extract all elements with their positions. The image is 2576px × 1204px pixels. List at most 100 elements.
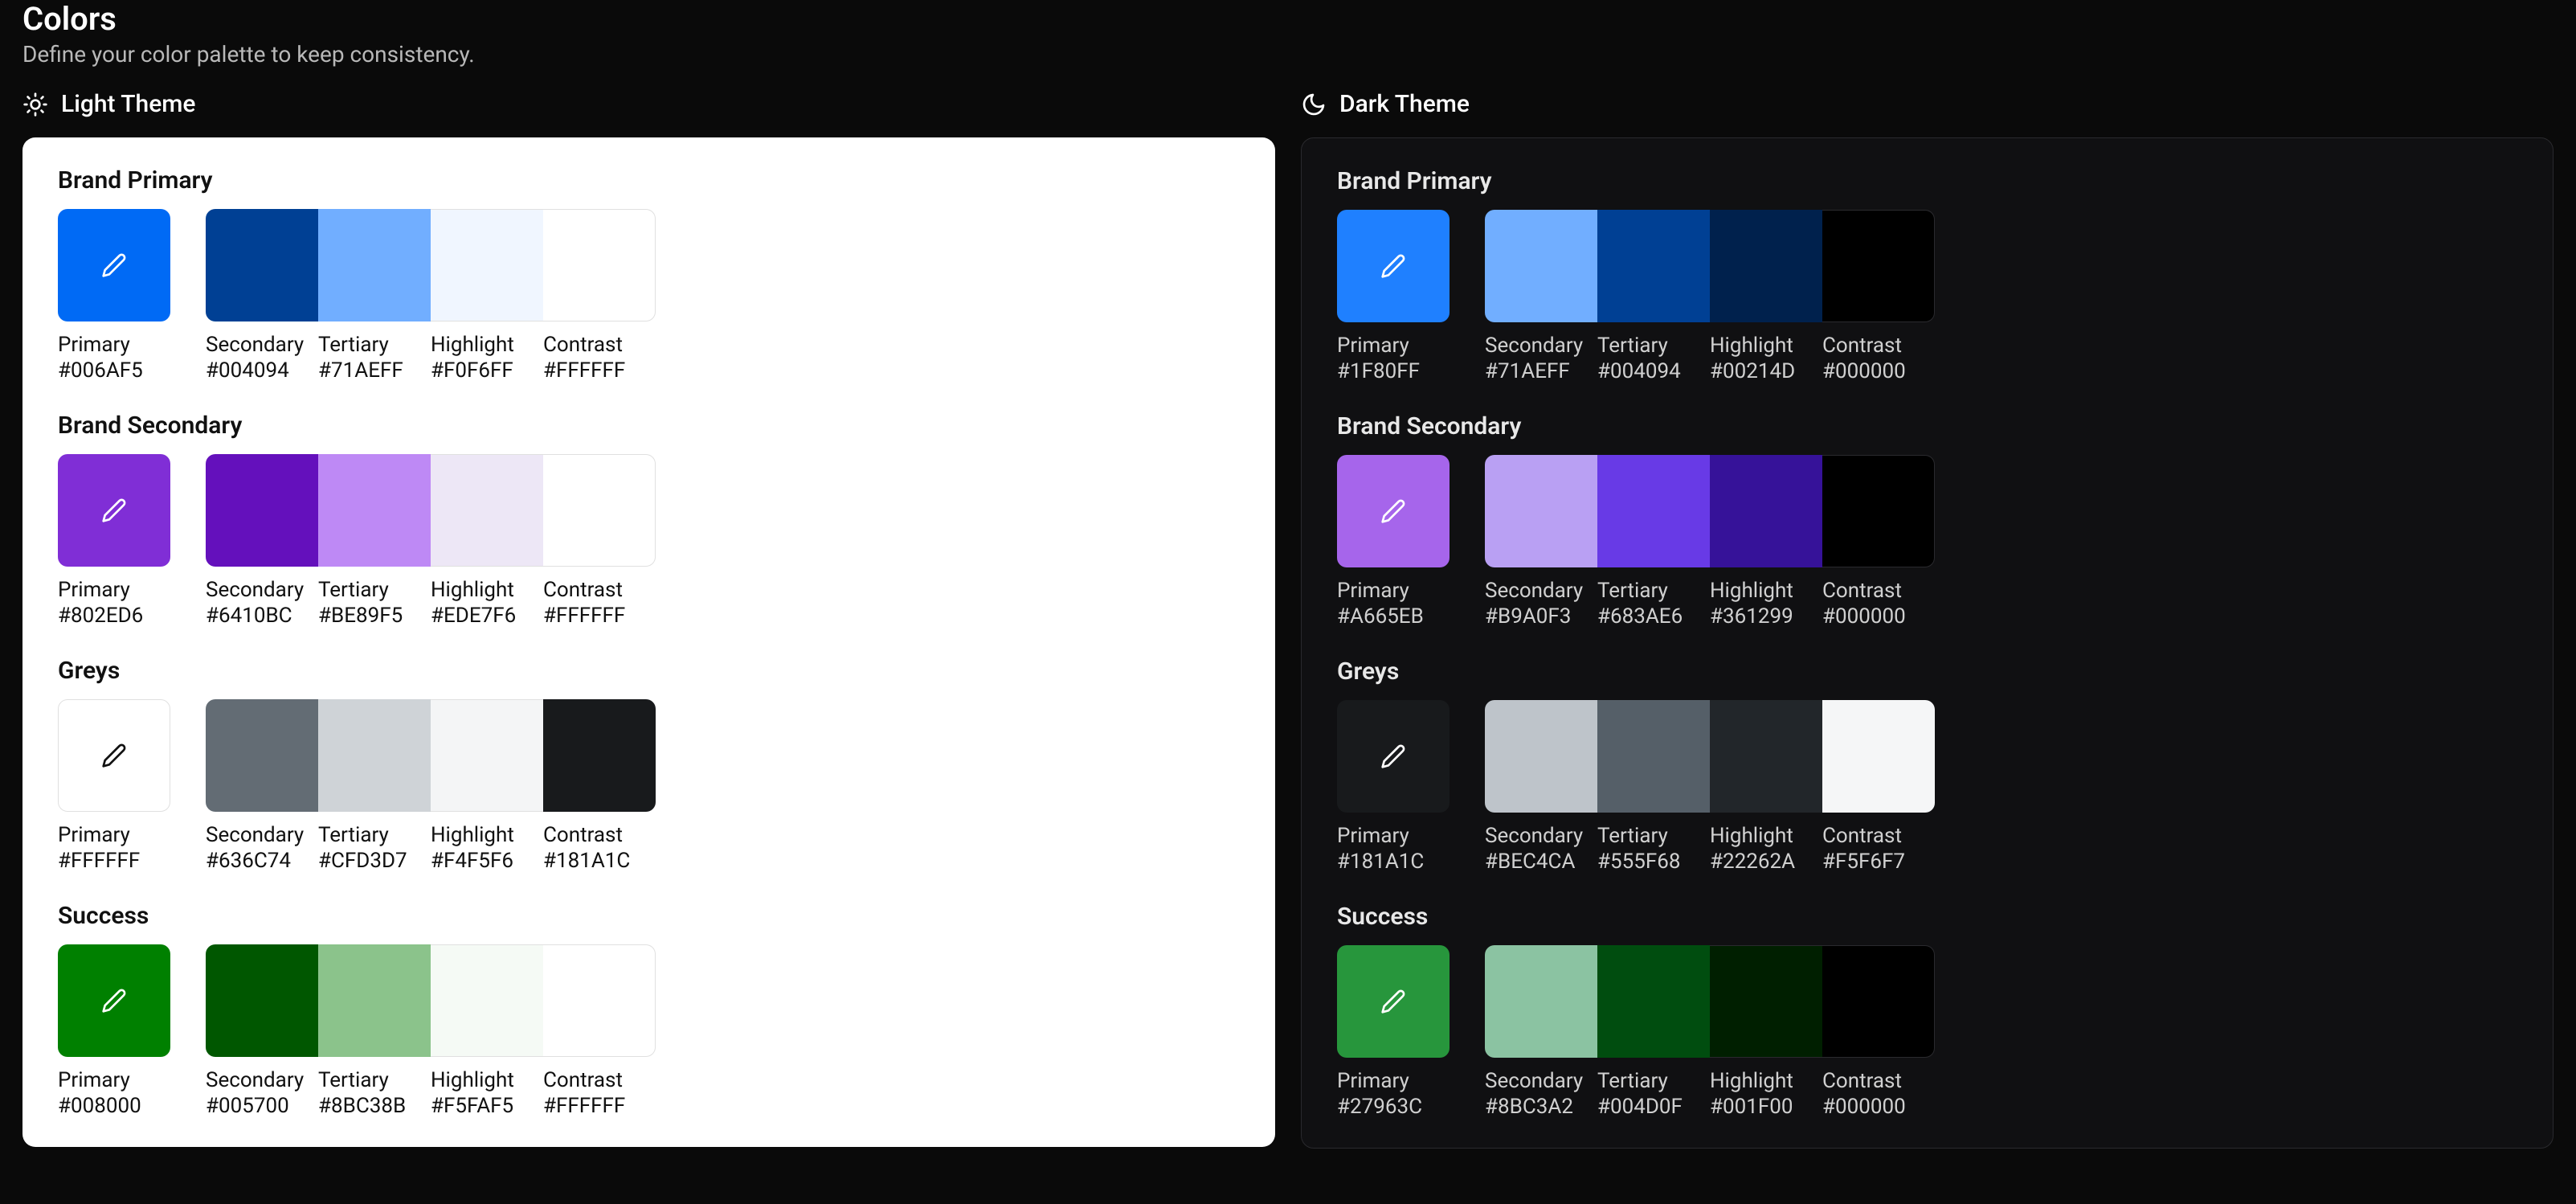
swatch-label: Primary [1337, 334, 1450, 358]
highlight-swatch: Highlight#F5FAF5 [431, 944, 543, 1118]
secondary-swatch-box[interactable] [1485, 210, 1597, 322]
swatch-label: Primary [1337, 824, 1450, 848]
swatch-label: Tertiary [1597, 334, 1710, 358]
highlight-swatch-box[interactable] [1710, 700, 1822, 813]
tertiary-swatch-box[interactable] [318, 454, 431, 567]
contrast-swatch-box[interactable] [1822, 210, 1935, 322]
primary-swatch-box[interactable] [58, 454, 170, 567]
primary-swatch: Primary#802ED6 [58, 454, 170, 628]
pencil-icon [1380, 989, 1406, 1014]
page-subtitle: Define your color palette to keep consis… [22, 41, 2554, 68]
highlight-swatch-box[interactable] [431, 944, 543, 1057]
swatch-label: Contrast [543, 578, 656, 602]
light-theme-header: Light Theme [22, 90, 1275, 118]
highlight-swatch-box[interactable] [1710, 945, 1822, 1058]
swatch-value: #FFFFFF [543, 604, 656, 628]
secondary-swatch-box[interactable] [1485, 945, 1597, 1058]
pencil-icon [1380, 498, 1406, 524]
contrast-swatch-box[interactable] [543, 944, 656, 1057]
secondary-swatch-box[interactable] [206, 454, 318, 567]
primary-swatch-box[interactable] [58, 944, 170, 1057]
secondary-swatch-box[interactable] [1485, 700, 1597, 813]
tertiary-swatch: Tertiary#004094 [1597, 210, 1710, 383]
themes-container: Light Theme Brand PrimaryPrimary#006AF5S… [22, 90, 2554, 1149]
swatch-label: Tertiary [1597, 579, 1710, 603]
tertiary-swatch-box[interactable] [1597, 700, 1710, 813]
contrast-swatch: Contrast#F5F6F7 [1822, 700, 1935, 874]
tertiary-swatch: Tertiary#683AE6 [1597, 455, 1710, 629]
contrast-swatch-box[interactable] [543, 209, 656, 321]
secondary-swatch: Secondary#6410BC [206, 454, 318, 628]
contrast-swatch-box[interactable] [543, 699, 656, 812]
color-group: Brand SecondaryPrimary#802ED6Secondary#6… [58, 412, 1240, 628]
tertiary-swatch-box[interactable] [318, 209, 431, 321]
moon-icon [1301, 92, 1327, 117]
highlight-swatch-box[interactable] [431, 454, 543, 567]
secondary-swatch-box[interactable] [1485, 455, 1597, 567]
primary-swatch-box[interactable] [58, 209, 170, 321]
swatch-label: Tertiary [318, 578, 431, 602]
swatch-value: #8BC3A2 [1485, 1095, 1597, 1119]
swatch-label: Secondary [206, 333, 318, 357]
color-group: GreysPrimary#FFFFFFSecondary#636C74Terti… [58, 657, 1240, 873]
highlight-swatch: Highlight#F4F5F6 [431, 699, 543, 873]
contrast-swatch-box[interactable] [1822, 945, 1935, 1058]
swatch-label: Highlight [431, 823, 543, 847]
primary-swatch-box[interactable] [1337, 700, 1450, 813]
tertiary-swatch-box[interactable] [1597, 455, 1710, 567]
swatch-label: Highlight [1710, 1069, 1822, 1093]
swatch-label: Highlight [1710, 824, 1822, 848]
light-theme-panel: Brand PrimaryPrimary#006AF5Secondary#004… [22, 137, 1275, 1147]
secondary-swatch-box[interactable] [206, 944, 318, 1057]
tertiary-swatch-box[interactable] [1597, 945, 1710, 1058]
swatch-value: #555F68 [1597, 850, 1710, 874]
tertiary-swatch-box[interactable] [318, 944, 431, 1057]
swatch-label: Tertiary [318, 333, 431, 357]
sun-icon [22, 92, 48, 117]
dark-theme-panel: Brand PrimaryPrimary#1F80FFSecondary#71A… [1301, 137, 2554, 1149]
swatch-value: #22262A [1710, 850, 1822, 874]
highlight-swatch-box[interactable] [1710, 455, 1822, 567]
contrast-swatch-box[interactable] [543, 454, 656, 567]
swatch-label: Tertiary [318, 1068, 431, 1092]
color-group: Brand PrimaryPrimary#006AF5Secondary#004… [58, 166, 1240, 383]
swatch-label: Contrast [1822, 1069, 1935, 1093]
highlight-swatch-box[interactable] [431, 699, 543, 812]
tertiary-swatch: Tertiary#555F68 [1597, 700, 1710, 874]
swatch-label: Primary [1337, 1069, 1450, 1093]
dark-theme-header: Dark Theme [1301, 90, 2554, 118]
swatch-value: #004D0F [1597, 1095, 1710, 1119]
primary-swatch-box[interactable] [1337, 945, 1450, 1058]
highlight-swatch-box[interactable] [1710, 210, 1822, 322]
swatch-label: Secondary [206, 823, 318, 847]
swatch-value: #FFFFFF [543, 358, 656, 383]
tertiary-swatch-box[interactable] [1597, 210, 1710, 322]
secondary-swatch-box[interactable] [206, 699, 318, 812]
swatch-label: Highlight [431, 333, 543, 357]
swatch-value: #8BC38B [318, 1094, 431, 1118]
contrast-swatch-box[interactable] [1822, 455, 1935, 567]
tertiary-swatch: Tertiary#71AEFF [318, 209, 431, 383]
swatch-label: Secondary [1485, 824, 1597, 848]
primary-swatch-box[interactable] [1337, 455, 1450, 567]
tertiary-swatch-box[interactable] [318, 699, 431, 812]
contrast-swatch: Contrast#000000 [1822, 945, 1935, 1119]
primary-swatch-box[interactable] [1337, 210, 1450, 322]
pencil-icon [101, 743, 127, 768]
contrast-swatch-box[interactable] [1822, 700, 1935, 813]
swatch-value: #F5FAF5 [431, 1094, 543, 1118]
highlight-swatch-box[interactable] [431, 209, 543, 321]
tertiary-swatch: Tertiary#8BC38B [318, 944, 431, 1118]
swatch-label: Primary [58, 333, 170, 357]
group-title: Brand Secondary [1337, 412, 2517, 440]
swatch-value: #004094 [206, 358, 318, 383]
swatch-value: #6410BC [206, 604, 318, 628]
pencil-icon [101, 498, 127, 523]
primary-swatch-box[interactable] [58, 699, 170, 812]
group-title: Greys [58, 657, 1240, 685]
swatch-value: #000000 [1822, 1095, 1935, 1119]
secondary-swatch: Secondary#8BC3A2 [1485, 945, 1597, 1119]
secondary-swatch: Secondary#B9A0F3 [1485, 455, 1597, 629]
secondary-swatch-box[interactable] [206, 209, 318, 321]
swatch-value: #005700 [206, 1094, 318, 1118]
